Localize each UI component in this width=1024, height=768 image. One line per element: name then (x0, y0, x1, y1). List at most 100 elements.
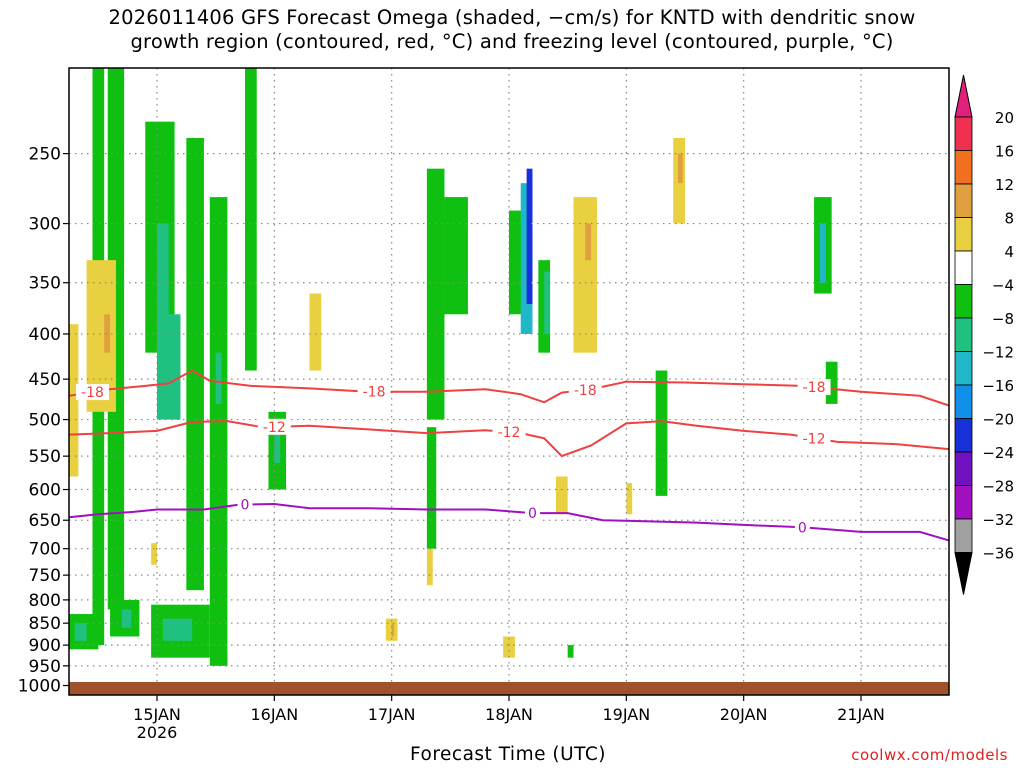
omega-time-height-chart: -18 -18 -18 -18-12 -12 -12000 250300350400450… (18, 67, 1014, 742)
omega-region (819, 223, 826, 283)
y-tick-label: 650 (29, 511, 61, 531)
colorbar-label: −20 (982, 411, 1014, 429)
colorbar-swatch (954, 384, 973, 419)
omega-region (426, 427, 437, 549)
colorbar-swatch (954, 284, 973, 319)
omega-region (426, 168, 445, 420)
colorbar-swatch (954, 451, 973, 486)
colorbar-swatch (954, 518, 973, 553)
colorbar-swatch (954, 317, 973, 352)
omega-region (526, 168, 533, 305)
omega-region (555, 476, 568, 515)
omega-region (391, 623, 395, 637)
contour-label: -18 (574, 383, 597, 399)
omega-region (162, 618, 193, 641)
omega-region (573, 197, 597, 353)
colorbar-swatch (954, 418, 973, 453)
omega-region (655, 370, 668, 496)
contour-label: -12 (498, 425, 521, 441)
omega-region (209, 197, 228, 666)
omega-region (221, 653, 228, 666)
contour-label: -18 (81, 385, 104, 401)
omega-region (626, 483, 633, 515)
colorbar-label: 12 (995, 176, 1014, 194)
y-tick-label: 300 (29, 215, 61, 235)
y-tick-label: 600 (29, 481, 61, 501)
contour-label: -12 (803, 431, 826, 447)
y-tick-label: 550 (29, 447, 61, 467)
omega-region (444, 197, 468, 315)
omega-region (274, 434, 281, 464)
omega-region (426, 548, 433, 586)
omega-region (157, 314, 181, 420)
x-tick-label: 18JAN (485, 705, 533, 724)
y-tick-label: 250 (29, 145, 61, 165)
y-tick-label: 500 (29, 411, 61, 431)
y-tick-label: 800 (29, 591, 61, 611)
colorbar-label: −28 (982, 478, 1014, 496)
omega-region (121, 609, 132, 628)
colorbar-label: −12 (982, 344, 1014, 362)
omega-region (544, 271, 551, 334)
colorbar-label: −24 (982, 444, 1014, 462)
contour-label: -18 (803, 380, 826, 396)
colorbar-label: −16 (982, 377, 1014, 395)
colorbar-swatch (954, 116, 973, 151)
y-tick-label: 950 (29, 657, 61, 677)
colorbar-swatch (954, 183, 973, 218)
colorbar-top-arrow (954, 74, 973, 118)
x-tick-label: 21JAN (837, 705, 885, 724)
omega-region (215, 352, 222, 404)
omega-region (245, 68, 257, 371)
omega-region (503, 636, 515, 658)
y-tick-label: 1000 (18, 677, 61, 697)
omega-shading (69, 68, 838, 666)
contour-label: -12 (263, 420, 286, 436)
time-axis: 15JAN2026 16JAN 17JAN 18JAN 19JAN 20JAN 21JAN (133, 695, 885, 742)
y-tick-label: 400 (29, 325, 61, 345)
colorbar: 20 16 12 8 4 −4 −8 −12 −16 −20 −24 −28 −32 −36 (954, 74, 1014, 595)
ground-surface (69, 682, 949, 695)
y-tick-label: 850 (29, 614, 61, 634)
y-tick-label: 750 (29, 566, 61, 586)
omega-region (74, 623, 87, 641)
colorbar-label: −4 (992, 277, 1014, 295)
contour-label: 0 (528, 506, 537, 522)
colorbar-label: 4 (1004, 243, 1014, 261)
colorbar-swatch (954, 217, 973, 252)
omega-region (677, 153, 683, 184)
x-tick-label: 16JAN (250, 705, 298, 724)
colorbar-label: 16 (995, 143, 1014, 161)
colorbar-label: 8 (1004, 210, 1014, 228)
omega-region (69, 324, 79, 477)
omega-region (309, 293, 322, 371)
y-tick-label: 700 (29, 540, 61, 560)
colorbar-swatch (954, 150, 973, 185)
colorbar-swatch (954, 250, 973, 285)
x-tick-sublabel: 2026 (137, 723, 178, 742)
y-tick-label: 350 (29, 274, 61, 294)
contour-label: -18 (363, 385, 386, 401)
y-tick-label: 900 (29, 636, 61, 656)
pressure-axis: 2503003504004505005506006507007508008509… (18, 145, 69, 697)
omega-region (186, 137, 204, 591)
colorbar-label: −32 (982, 511, 1014, 529)
ground-strip (69, 682, 949, 695)
x-tick-label: 20JAN (720, 705, 768, 724)
colorbar-label: 20 (995, 109, 1014, 127)
x-tick-label: 17JAN (368, 705, 416, 724)
omega-region (585, 223, 592, 261)
colorbar-label: −8 (992, 310, 1014, 328)
contour-label: 0 (241, 497, 250, 513)
colorbar-bottom-arrow (954, 552, 973, 595)
colorbar-label: −36 (982, 545, 1014, 563)
y-tick-label: 450 (29, 370, 61, 390)
contour-label: 0 (798, 520, 807, 536)
omega-region (567, 645, 574, 658)
omega-region (151, 543, 157, 565)
x-tick-label: 19JAN (602, 705, 650, 724)
site-credit: coolwx.com/models (851, 746, 1008, 764)
colorbar-swatch (954, 485, 973, 520)
x-tick-label: 15JAN (133, 705, 181, 724)
colorbar-swatch (954, 351, 973, 386)
